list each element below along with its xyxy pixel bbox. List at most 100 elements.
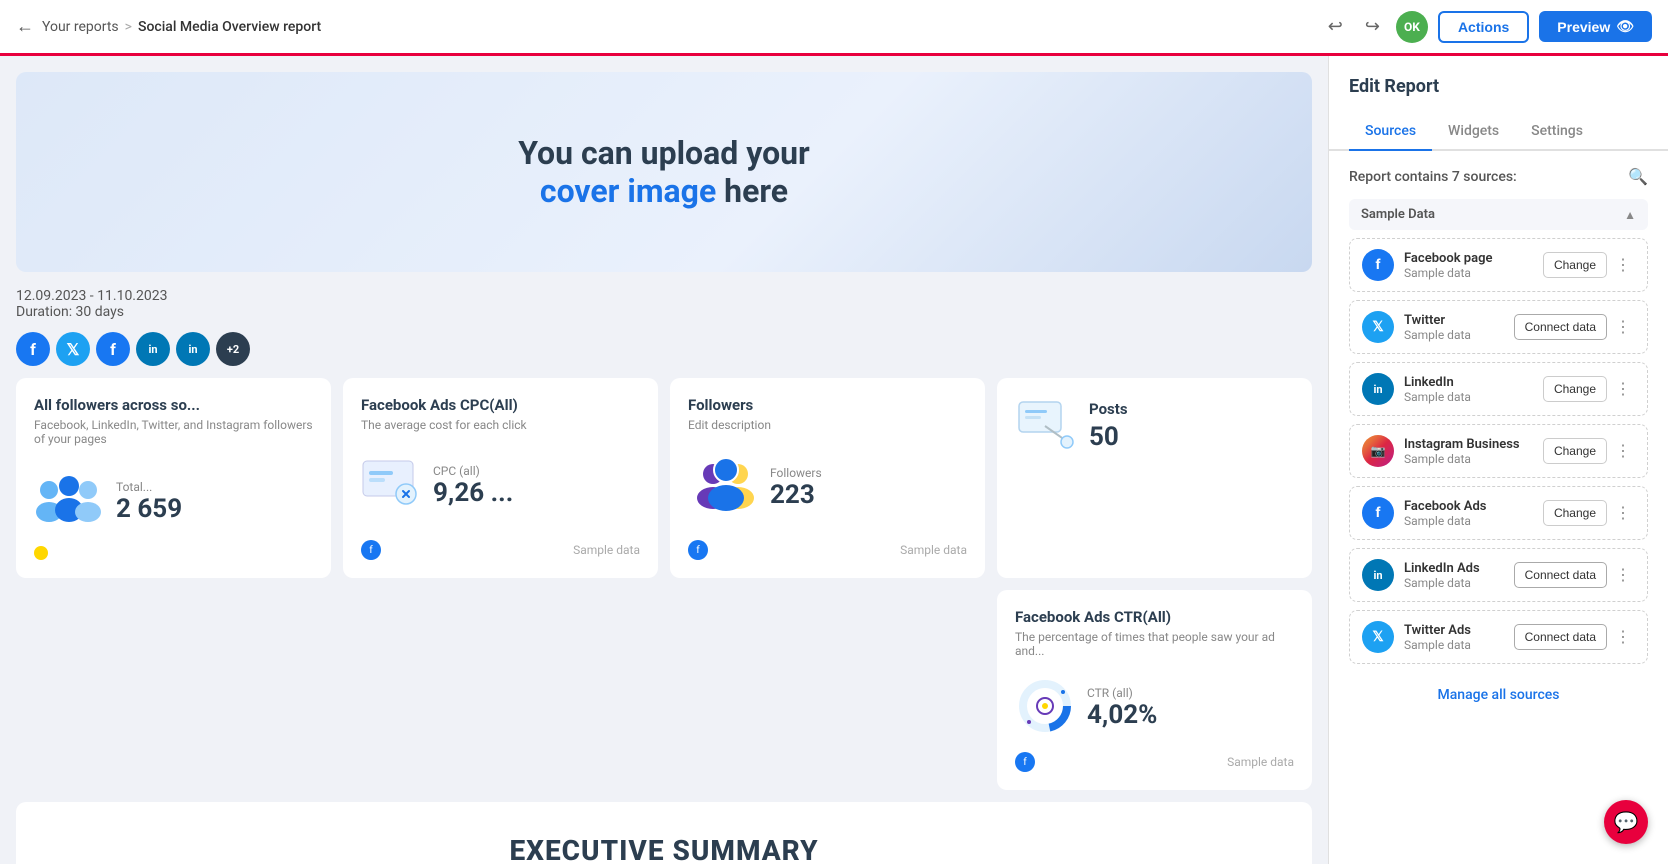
chat-icon: 💬 <box>1614 810 1639 834</box>
source-data-linkedin-ads: Sample data <box>1404 576 1504 590</box>
source-actions-instagram: Change ⋮ <box>1543 438 1635 464</box>
widget-followers-desc: Facebook, LinkedIn, Twitter, and Instagr… <box>34 418 313 446</box>
breadcrumb: Your reports > Social Media Overview rep… <box>42 19 321 35</box>
source-name-twitter-ads: Twitter Ads <box>1404 623 1504 638</box>
executive-section: EXECUTIVE SUMMARY Consolidated social me… <box>16 802 1312 864</box>
source-data-twitter: Sample data <box>1404 328 1504 342</box>
source-name-facebook-page: Facebook page <box>1404 251 1533 266</box>
source-actions-linkedin: Change ⋮ <box>1543 376 1635 402</box>
duration: Duration: 30 days <box>16 304 1312 320</box>
search-sources-button[interactable]: 🔍 <box>1628 167 1648 187</box>
tab-widgets[interactable]: Widgets <box>1432 113 1515 151</box>
chevron-up-icon: ▲ <box>1624 208 1636 222</box>
change-button-instagram[interactable]: Change <box>1543 438 1607 464</box>
cover-title: You can upload your cover image here <box>518 134 810 210</box>
more-button-instagram[interactable]: ⋮ <box>1611 439 1635 463</box>
social-icon-more: +2 <box>216 332 250 366</box>
source-yellow-dot <box>34 546 48 560</box>
breadcrumb-separator: > <box>125 19 132 35</box>
back-button[interactable]: ← <box>16 16 34 37</box>
source-actions-twitter: Connect data ⋮ <box>1514 314 1635 340</box>
source-data-linkedin: Sample data <box>1404 390 1533 404</box>
undo-button[interactable]: ↩ <box>1322 12 1349 41</box>
source-logo-facebook-ads: f <box>1362 497 1394 529</box>
sidebar-content: Report contains 7 sources: 🔍 Sample Data… <box>1329 151 1668 731</box>
fol-source-label: Sample data <box>900 543 967 557</box>
cover-line1: You can upload your <box>518 134 810 172</box>
source-name-facebook-ads: Facebook Ads <box>1404 499 1533 514</box>
chat-bubble[interactable]: 💬 <box>1604 800 1648 844</box>
source-info-facebook-page: Facebook page Sample data <box>1404 251 1533 280</box>
tab-sources[interactable]: Sources <box>1349 113 1432 151</box>
connect-button-twitter-ads[interactable]: Connect data <box>1514 624 1607 650</box>
posts-value: 50 <box>1089 422 1128 452</box>
source-item-linkedin-ads: in LinkedIn Ads Sample data Connect data… <box>1349 548 1648 602</box>
more-button-linkedin-ads[interactable]: ⋮ <box>1611 563 1635 587</box>
redo-button[interactable]: ↪ <box>1359 12 1386 41</box>
source-name-linkedin: LinkedIn <box>1404 375 1533 390</box>
fol-metric-value: 223 <box>770 480 822 510</box>
source-actions-facebook-ads: Change ⋮ <box>1543 500 1635 526</box>
ctr-icon <box>1015 678 1075 737</box>
sidebar-header: Edit Report Sources Widgets Settings <box>1329 56 1668 151</box>
source-actions-facebook-page: Change ⋮ <box>1543 252 1635 278</box>
connect-button-twitter[interactable]: Connect data <box>1514 314 1607 340</box>
cover-line2-rest: here <box>716 172 788 210</box>
preview-button[interactable]: Preview 👁 <box>1539 11 1652 42</box>
source-item-twitter-ads: 𝕏 Twitter Ads Sample data Connect data ⋮ <box>1349 610 1648 664</box>
breadcrumb-current: Social Media Overview report <box>138 19 321 35</box>
manage-all-sources-link[interactable]: Manage all sources <box>1438 687 1560 703</box>
change-button-facebook-ads[interactable]: Change <box>1543 500 1607 526</box>
section-header-sample-data[interactable]: Sample Data ▲ <box>1349 199 1648 230</box>
source-data-instagram: Sample data <box>1404 452 1533 466</box>
source-icon-fb: f <box>361 540 381 560</box>
more-button-twitter-ads[interactable]: ⋮ <box>1611 625 1635 649</box>
social-icons-row: f 𝕏 f in in +2 <box>16 332 1312 366</box>
date-range: 12.09.2023 - 11.10.2023 <box>16 288 1312 304</box>
posts-icon <box>1015 396 1075 455</box>
exec-title: EXECUTIVE SUMMARY <box>48 834 1280 864</box>
cover-section[interactable]: You can upload your cover image here <box>16 72 1312 272</box>
widget-fol-title: Followers <box>688 396 967 414</box>
nav-right: ↩ ↪ OK Actions Preview 👁 <box>1322 11 1652 43</box>
tab-settings[interactable]: Settings <box>1515 113 1599 151</box>
manage-sources: Manage all sources <box>1349 672 1648 715</box>
widget-fb-cpc: Facebook Ads CPC(All) The average cost f… <box>343 378 658 578</box>
source-name-twitter: Twitter <box>1404 313 1504 328</box>
social-icon-twitter: 𝕏 <box>56 332 90 366</box>
nav-left: ← Your reports > Social Media Overview r… <box>16 16 321 37</box>
source-data-facebook-page: Sample data <box>1404 266 1533 280</box>
posts-title: Posts <box>1089 400 1128 418</box>
widget-posts: Posts 50 <box>997 378 1312 578</box>
source-logo-twitter-ads: 𝕏 <box>1362 621 1394 653</box>
cover-link[interactable]: cover image <box>540 172 716 210</box>
source-item-facebook-page: f Facebook page Sample data Change ⋮ <box>1349 238 1648 292</box>
change-button-facebook-page[interactable]: Change <box>1543 252 1607 278</box>
widgets-grid-bottom: Facebook Ads CTR(All) The percentage of … <box>16 590 1312 790</box>
widget-followers: Followers Edit description <box>670 378 985 578</box>
cpc-metric-label: CPC (all) <box>433 464 513 478</box>
widget-cpc-desc: The average cost for each click <box>361 418 640 432</box>
more-button-twitter[interactable]: ⋮ <box>1611 315 1635 339</box>
top-nav: ← Your reports > Social Media Overview r… <box>0 0 1668 56</box>
widget-fol-desc: Edit description <box>688 418 967 432</box>
sidebar: Edit Report Sources Widgets Settings Rep… <box>1328 56 1668 864</box>
source-info-instagram: Instagram Business Sample data <box>1404 437 1533 466</box>
breadcrumb-parent[interactable]: Your reports <box>42 19 119 35</box>
more-button-facebook-page[interactable]: ⋮ <box>1611 253 1635 277</box>
widgets-area: All followers across so... Facebook, Lin… <box>16 378 1312 790</box>
cpc-icon <box>361 456 421 515</box>
social-icon-facebook: f <box>16 332 50 366</box>
social-icon-linkedin: in <box>136 332 170 366</box>
source-info-facebook-ads: Facebook Ads Sample data <box>1404 499 1533 528</box>
change-button-linkedin[interactable]: Change <box>1543 376 1607 402</box>
fol-metric-label: Followers <box>770 466 822 480</box>
source-item-facebook-ads: f Facebook Ads Sample data Change ⋮ <box>1349 486 1648 540</box>
actions-button[interactable]: Actions <box>1438 11 1529 43</box>
cpc-metric-value: 9,26 ... <box>433 478 513 508</box>
more-button-linkedin[interactable]: ⋮ <box>1611 377 1635 401</box>
social-icon-linkedin2: in <box>176 332 210 366</box>
main-layout: You can upload your cover image here 12.… <box>0 56 1668 864</box>
more-button-facebook-ads[interactable]: ⋮ <box>1611 501 1635 525</box>
connect-button-linkedin-ads[interactable]: Connect data <box>1514 562 1607 588</box>
